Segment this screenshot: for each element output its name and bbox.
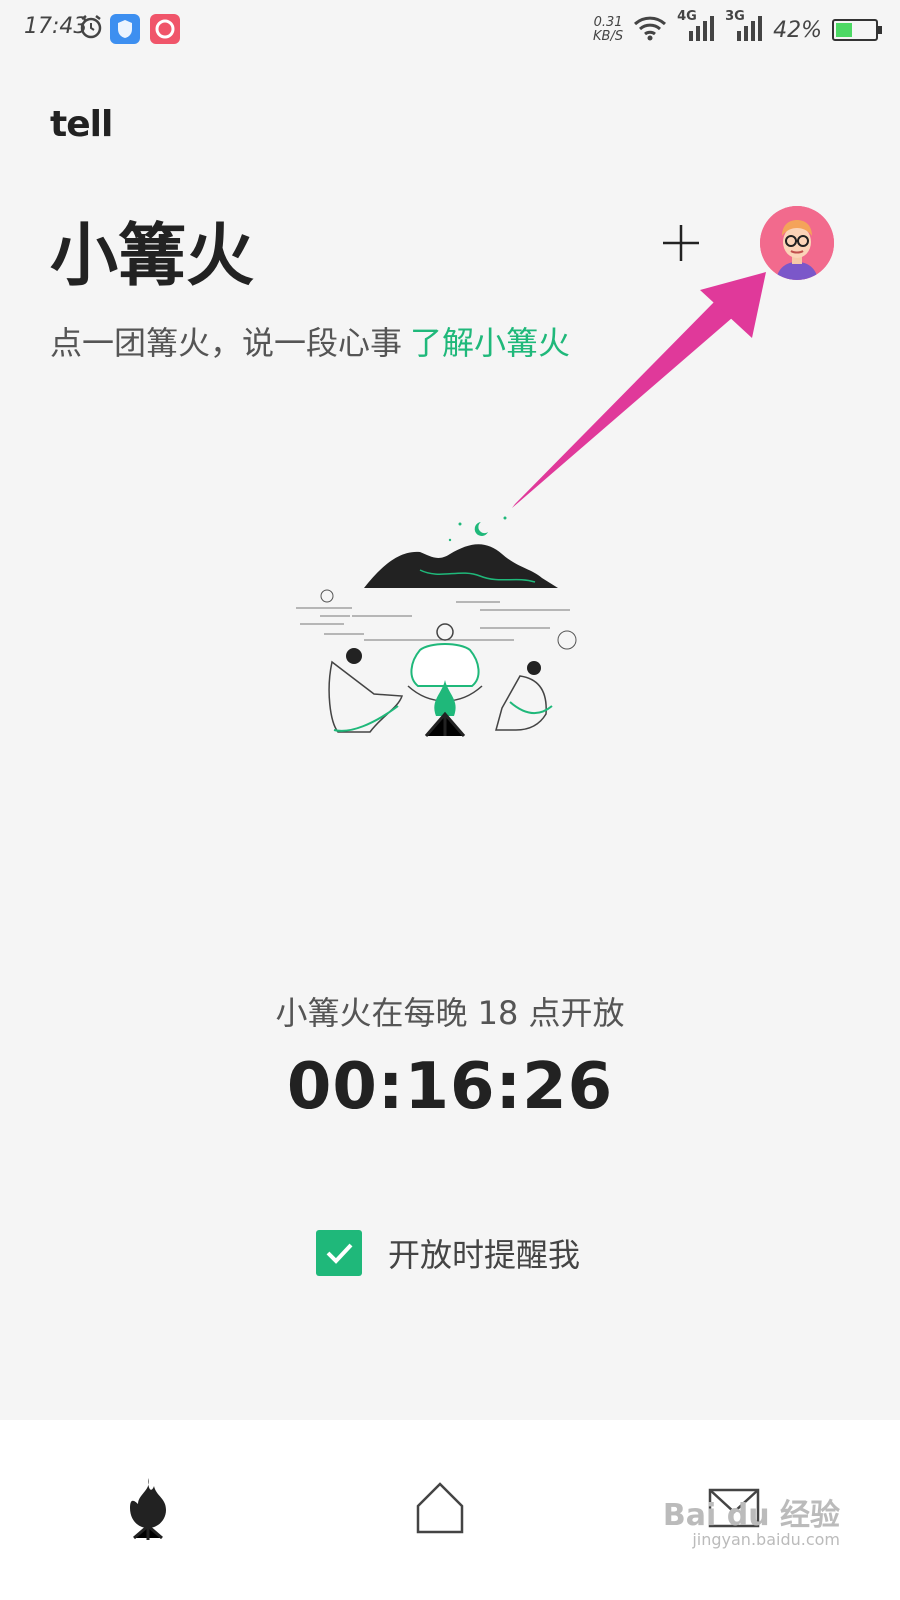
battery-icon — [832, 19, 882, 41]
page-title: 小篝火 — [50, 217, 255, 296]
app-logo: tell — [50, 104, 113, 145]
plus-icon — [663, 225, 699, 261]
campfire-illustration — [290, 510, 590, 750]
signal-3g: 3G — [725, 9, 763, 47]
remind-me-row[interactable]: 开放时提醒我 — [316, 1230, 580, 1276]
signal-4g: 4G — [677, 9, 715, 47]
flame-icon — [130, 1478, 166, 1540]
status-bar: 17:43 0.31 KB/S 4G 3G 42% — [0, 0, 900, 62]
battery-percent: 42% — [773, 17, 822, 43]
nav-home-tab[interactable] — [400, 1468, 480, 1548]
avatar[interactable] — [760, 206, 834, 280]
checkmark-icon — [326, 1243, 353, 1264]
remind-checkbox[interactable] — [316, 1230, 362, 1276]
remind-label: 开放时提醒我 — [388, 1236, 581, 1274]
subtitle: 点一团篝火，说一段心事 了解小篝火 — [50, 318, 570, 364]
shield-app-icon — [110, 14, 140, 48]
avatar-face-icon — [760, 206, 834, 280]
add-button[interactable] — [660, 222, 702, 264]
home-icon — [416, 1482, 464, 1534]
subtitle-text: 点一团篝火，说一段心事 — [50, 324, 403, 362]
open-time-text: 小篝火在每晚 18 点开放 — [275, 994, 625, 1032]
learn-more-link[interactable]: 了解小篝火 — [410, 324, 570, 362]
net-speed: 0.31 KB/S — [593, 15, 624, 44]
alarm-icon — [78, 14, 104, 44]
watermark: Bai du 经验 — [662, 1498, 840, 1533]
countdown-timer: 00:16:26 — [286, 1050, 614, 1124]
camera-app-icon — [150, 14, 180, 48]
wifi-icon — [633, 15, 667, 45]
watermark-url: jingyan.baidu.com — [692, 1530, 840, 1549]
nav-bonfire-tab[interactable] — [108, 1468, 188, 1548]
